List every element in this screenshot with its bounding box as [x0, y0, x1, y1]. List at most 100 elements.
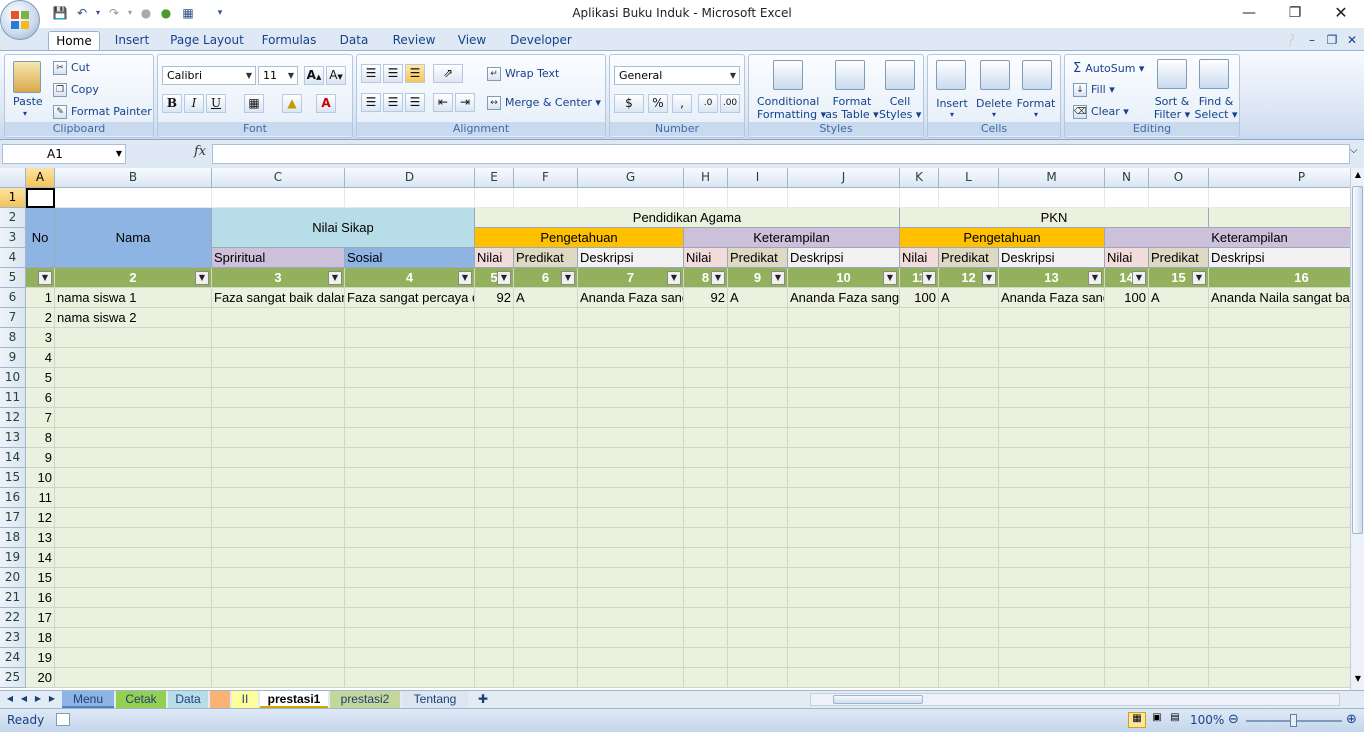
undo-dropdown-icon[interactable]: ▾: [90, 5, 106, 21]
tab-formulas[interactable]: Formulas: [258, 31, 320, 50]
data-cell[interactable]: [345, 628, 475, 648]
filter-dropdown-icon[interactable]: ▼: [883, 271, 897, 285]
data-cell[interactable]: [514, 608, 578, 628]
data-cell[interactable]: [900, 348, 939, 368]
data-cell[interactable]: [1149, 608, 1209, 628]
filter-dropdown-icon[interactable]: ▼: [328, 271, 342, 285]
data-cell[interactable]: [684, 528, 728, 548]
data-cell[interactable]: [684, 388, 728, 408]
row6-cell[interactable]: Ananda Faza sangat: [999, 288, 1105, 308]
delete-cells-button[interactable]: Delete ▾: [976, 97, 1012, 119]
row6-cell[interactable]: 100: [1105, 288, 1149, 308]
data-cell[interactable]: [900, 448, 939, 468]
data-cell[interactable]: [728, 448, 788, 468]
data-cell[interactable]: [475, 588, 514, 608]
align-center-button[interactable]: ☰: [383, 93, 403, 112]
data-cell[interactable]: [578, 388, 684, 408]
data-cell[interactable]: [475, 448, 514, 468]
data-cell[interactable]: [1105, 668, 1149, 688]
data-cell[interactable]: [345, 588, 475, 608]
row-header-11[interactable]: 11: [0, 388, 26, 408]
data-cell[interactable]: [475, 408, 514, 428]
format-cells-button[interactable]: Format ▾: [1016, 97, 1056, 119]
data-cell[interactable]: [514, 368, 578, 388]
cell[interactable]: [1209, 188, 1350, 208]
data-cell[interactable]: [939, 488, 999, 508]
font-size-select[interactable]: 11 ▼: [258, 66, 298, 85]
data-cell[interactable]: [212, 448, 345, 468]
data-cell[interactable]: [514, 568, 578, 588]
data-cell[interactable]: [55, 488, 212, 508]
data-cell[interactable]: [55, 508, 212, 528]
page-break-view-icon[interactable]: ▤: [1166, 712, 1184, 728]
sort-filter-icon[interactable]: [1157, 59, 1187, 89]
data-cell[interactable]: [684, 628, 728, 648]
save-icon[interactable]: 💾: [52, 5, 68, 21]
data-cell[interactable]: [900, 328, 939, 348]
ribbon-close-icon[interactable]: ✕: [1344, 31, 1360, 50]
cell[interactable]: [55, 188, 212, 208]
data-cell[interactable]: [1149, 428, 1209, 448]
data-cell[interactable]: [475, 528, 514, 548]
data-cell[interactable]: [475, 628, 514, 648]
align-top-button[interactable]: ☰: [361, 64, 381, 83]
data-cell[interactable]: [55, 548, 212, 568]
data-cell[interactable]: [1209, 488, 1350, 508]
data-cell[interactable]: [514, 428, 578, 448]
row-number[interactable]: 4: [26, 348, 55, 368]
data-cell[interactable]: [55, 348, 212, 368]
row-header-16[interactable]: 16: [0, 488, 26, 508]
data-cell[interactable]: [212, 568, 345, 588]
tab-view[interactable]: View: [450, 31, 494, 50]
column-header-a[interactable]: A: [26, 168, 55, 188]
data-cell[interactable]: [1149, 468, 1209, 488]
font-color-button[interactable]: A: [316, 94, 336, 113]
data-cell[interactable]: [578, 648, 684, 668]
data-cell[interactable]: [1149, 568, 1209, 588]
data-cell[interactable]: [55, 608, 212, 628]
data-cell[interactable]: [1105, 488, 1149, 508]
macro-record-icon[interactable]: [56, 713, 70, 726]
data-cell[interactable]: [1209, 608, 1350, 628]
selected-cell-a1[interactable]: [26, 188, 55, 208]
data-cell[interactable]: [475, 508, 514, 528]
row6-cell[interactable]: 92: [684, 288, 728, 308]
data-cell[interactable]: [939, 348, 999, 368]
data-cell[interactable]: [345, 608, 475, 628]
data-cell[interactable]: [788, 568, 900, 588]
conditional-formatting-button[interactable]: Conditional Formatting ▾: [757, 95, 826, 121]
data-cell[interactable]: [999, 408, 1105, 428]
data-cell[interactable]: [684, 508, 728, 528]
data-cell[interactable]: [788, 448, 900, 468]
data-cell[interactable]: [999, 328, 1105, 348]
data-cell[interactable]: [684, 668, 728, 688]
data-cell[interactable]: [1105, 548, 1149, 568]
sheet-tab-menu[interactable]: Menu: [62, 691, 114, 708]
filter-dropdown-icon[interactable]: ▼: [458, 271, 472, 285]
data-cell[interactable]: [475, 668, 514, 688]
data-cell[interactable]: [514, 508, 578, 528]
filter-dropdown-icon[interactable]: ▼: [922, 271, 936, 285]
data-cell[interactable]: [475, 548, 514, 568]
data-cell[interactable]: [728, 648, 788, 668]
align-left-button[interactable]: ☰: [361, 93, 381, 112]
data-cell[interactable]: [788, 428, 900, 448]
find-select-button[interactable]: Find & Select ▾: [1193, 95, 1239, 121]
data-cell[interactable]: [1149, 628, 1209, 648]
data-cell[interactable]: [684, 428, 728, 448]
data-cell[interactable]: [999, 548, 1105, 568]
data-cell[interactable]: [999, 528, 1105, 548]
row6-cell[interactable]: Faza sangat percaya diri: [345, 288, 475, 308]
column-header-h[interactable]: H: [684, 168, 728, 188]
data-cell[interactable]: [212, 668, 345, 688]
data-cell[interactable]: [900, 548, 939, 568]
data-cell[interactable]: [788, 488, 900, 508]
data-cell[interactable]: [212, 388, 345, 408]
data-cell[interactable]: [1105, 588, 1149, 608]
print-preview-icon[interactable]: ▦: [180, 5, 196, 21]
data-cell[interactable]: [578, 428, 684, 448]
data-cell[interactable]: [788, 308, 900, 328]
filter-dropdown-icon[interactable]: ▼: [771, 271, 785, 285]
data-cell[interactable]: [55, 428, 212, 448]
row-number[interactable]: 20: [26, 668, 55, 688]
